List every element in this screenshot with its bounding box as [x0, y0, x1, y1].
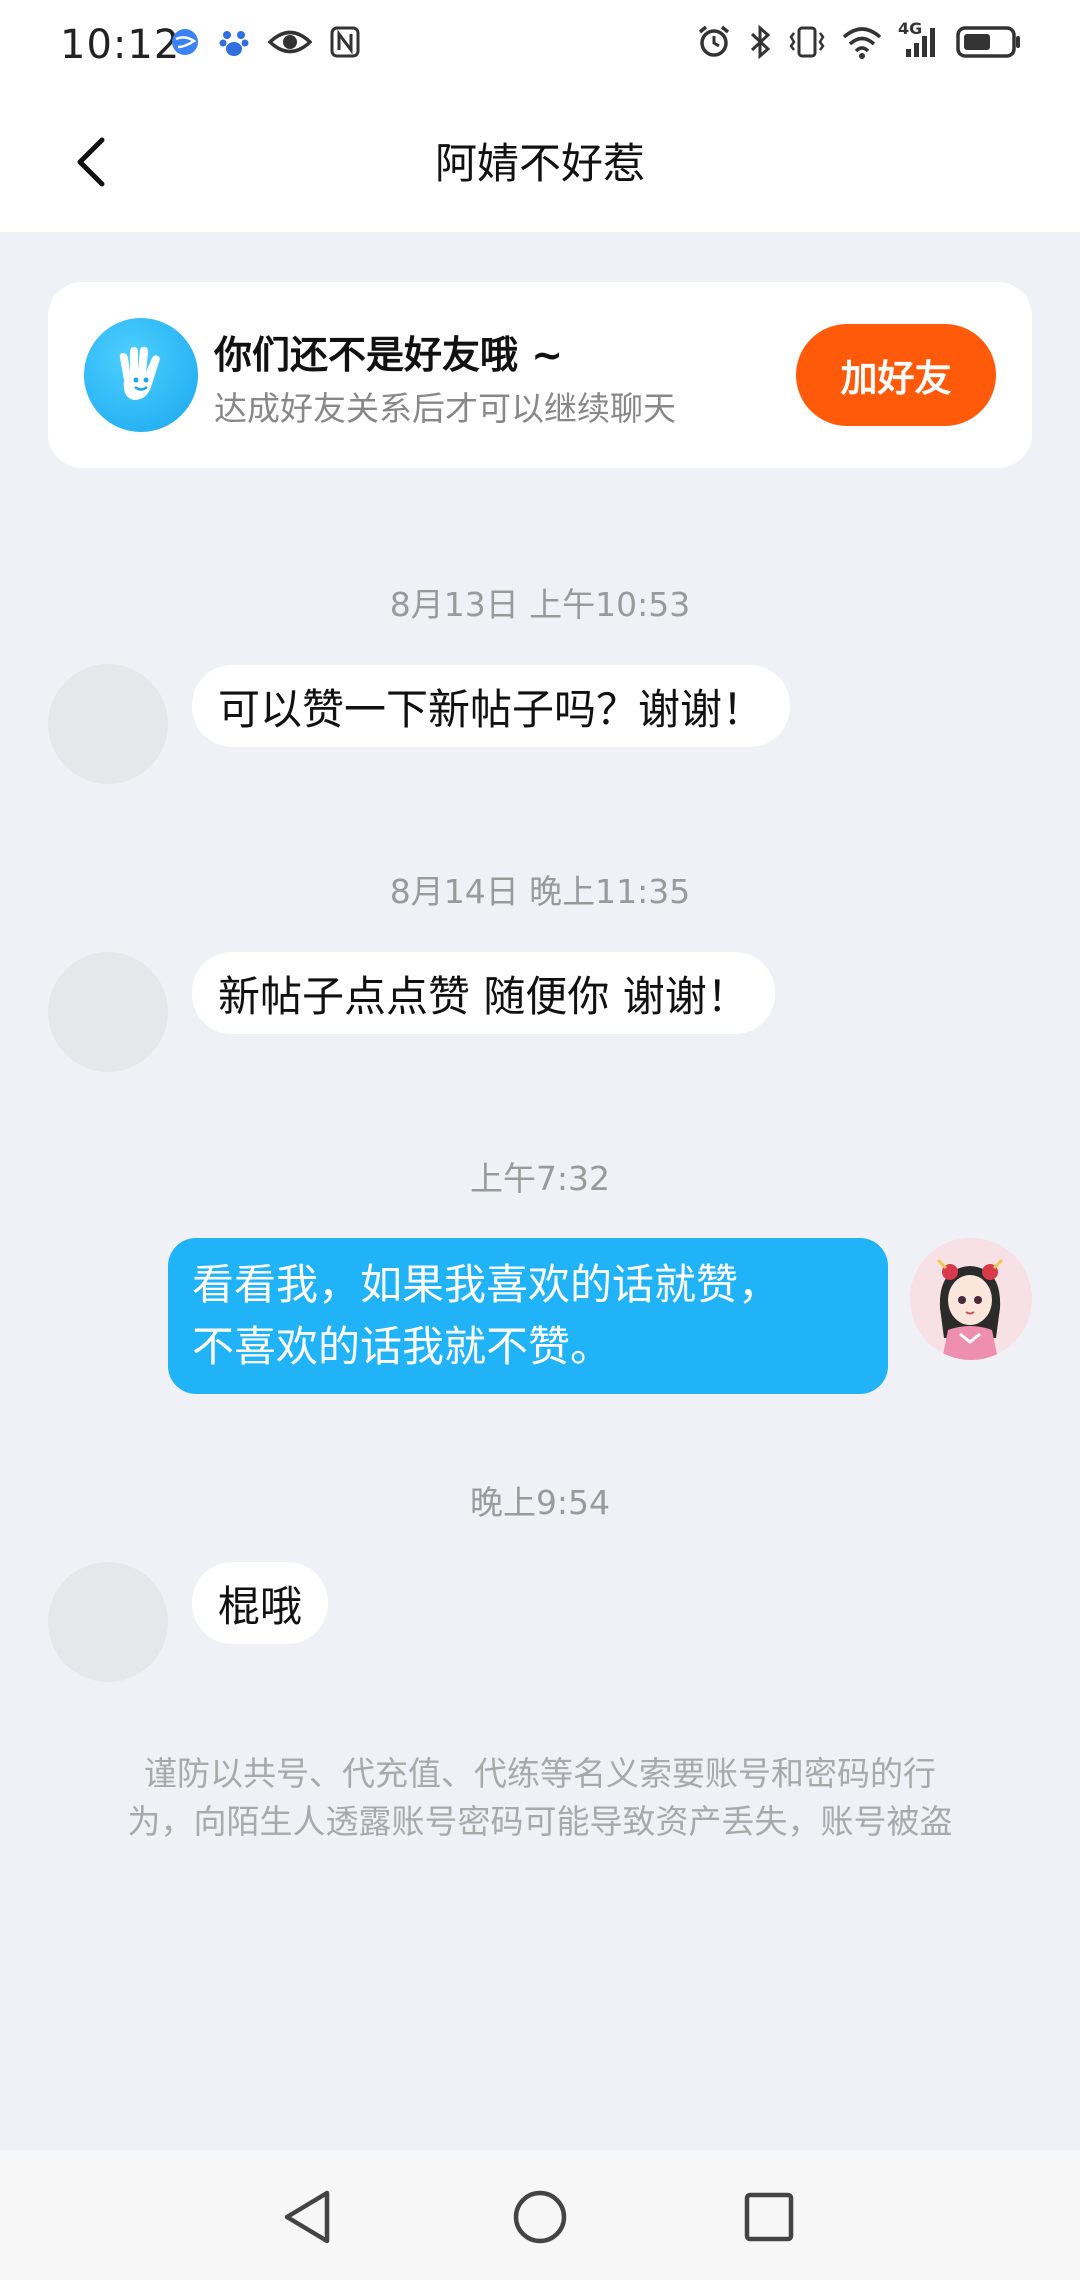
status-left-icons [170, 26, 360, 62]
nav-home-button[interactable] [505, 2182, 575, 2252]
outgoing-message-line: 不喜欢的话我就不赞。 [192, 1322, 613, 1371]
security-notice: 谨防以共号、代充值、代练等名义索要账号和密码的行 为，向陌生人透露账号密码可能导… [80, 1750, 1000, 1846]
contact-avatar[interactable] [48, 664, 168, 784]
eye-icon [267, 27, 313, 61]
cellular-signal-icon: 4G [898, 19, 940, 63]
notice-line: 谨防以共号、代充值、代练等名义索要账号和密码的行 [144, 1754, 936, 1793]
nav-recents-button[interactable] [734, 2182, 804, 2252]
message-timestamp: 晚上9:54 [469, 1483, 611, 1522]
status-right-icons: 4G [696, 19, 1022, 64]
add-friend-button[interactable]: 加好友 [796, 324, 996, 426]
friend-request-banner: 你们还不是好友哦 ~ 达成好友关系后才可以继续聊天 加好友 [48, 282, 1032, 468]
banner-title: 你们还不是好友哦 ~ [214, 333, 564, 377]
status-bar: 10:12 4G [0, 0, 1080, 92]
triangle-back-icon [284, 2190, 330, 2244]
contact-avatar[interactable] [48, 1562, 168, 1682]
notice-line: 为，向陌生人透露账号密码可能导致资产丢失，账号被盗 [127, 1802, 953, 1841]
nfc-icon [330, 26, 360, 62]
waving-hand-icon [84, 318, 198, 432]
chat-screen: 10:12 4G 阿婧不好惹 你们还不是好友哦 ~ 达成好友关系后才可以继续聊天… [0, 0, 1080, 2280]
incoming-message-bubble[interactable]: 棍哦 [192, 1562, 329, 1644]
system-navigation-bar [0, 2150, 1080, 2280]
nav-back-button[interactable] [272, 2182, 342, 2252]
banner-subtitle: 达成好友关系后才可以继续聊天 [214, 389, 676, 428]
browser-icon [170, 27, 200, 61]
paw-app-icon [218, 26, 250, 62]
chat-header: 阿婧不好惹 [0, 92, 1080, 232]
message-timestamp: 8月14日 晚上11:35 [389, 872, 691, 911]
top-area: 10:12 4G 阿婧不好惹 [0, 0, 1080, 232]
incoming-message-bubble[interactable]: 可以赞一下新帖子吗？谢谢！ [192, 665, 791, 747]
message-timestamp: 上午7:32 [469, 1159, 611, 1198]
square-recents-icon [744, 2192, 794, 2242]
status-time: 10:12 [60, 22, 181, 68]
alarm-icon [696, 24, 732, 64]
message-timestamp: 8月13日 上午10:53 [389, 585, 691, 624]
chat-title: 阿婧不好惹 [434, 139, 645, 188]
anime-girl-avatar-image [910, 1238, 1032, 1360]
outgoing-message-line: 看看我，如果我喜欢的话就赞， [192, 1260, 781, 1309]
battery-icon [956, 25, 1022, 63]
network-type-label: 4G [898, 19, 923, 38]
incoming-message-bubble[interactable]: 新帖子点点赞 随便你 谢谢！ [192, 952, 775, 1034]
wifi-icon [842, 25, 882, 63]
bluetooth-icon [748, 24, 772, 64]
vibrate-icon [788, 25, 826, 63]
circle-home-icon [513, 2190, 567, 2244]
my-avatar[interactable] [910, 1238, 1032, 1360]
contact-avatar[interactable] [48, 952, 168, 1072]
outgoing-message-bubble[interactable]: 看看我，如果我喜欢的话就赞， 不喜欢的话我就不赞。 [168, 1238, 888, 1394]
